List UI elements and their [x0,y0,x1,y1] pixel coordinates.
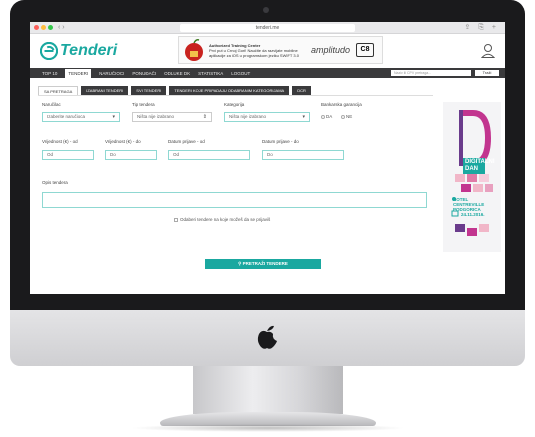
zoom-window-icon[interactable] [48,25,53,30]
moze-prijava-checkbox[interactable]: Odaberi tendere na koje možeš da se prij… [174,217,270,222]
site-header: Tenderi Authorized Training Center Prvi … [30,34,505,68]
imac: ‹ › tenderi.me ⇪ ⎘ + Tenderi Authorized … [10,0,525,437]
monitor-bezel: ‹ › tenderi.me ⇪ ⎘ + Tenderi Authorized … [10,0,525,310]
datum-do-input[interactable]: Do [262,150,344,160]
digitalni-dan-d-graphic [451,110,493,236]
bankarska-label: Bankarska garancija [321,102,362,107]
screen: ‹ › tenderi.me ⇪ ⎘ + Tenderi Authorized … [30,22,505,294]
bankarska-ne-label: NE [346,114,353,119]
close-window-icon[interactable] [34,25,39,30]
pretrazi-label: Pretraži tendere [242,261,288,266]
narucilac-value: Izaberite naručioca [47,114,86,119]
address-bar[interactable]: tenderi.me [180,24,355,32]
ad-date: 24.11.2016. [461,212,485,217]
nav-item-top10[interactable]: Top 10 [42,71,57,76]
nav-search-button[interactable]: Traži [475,70,499,76]
pretrazi-button[interactable]: ⚲ Pretraži tendere [205,259,321,269]
logo-e-icon [40,42,58,60]
banner-badge: C8 [356,43,375,57]
datum-od-label: Datum prijave - od [168,139,205,144]
nav-item-tenderi[interactable]: Tenderi [65,68,92,78]
kategorija-select[interactable]: Ništa nije izabrano ▾ [224,112,310,122]
datum-do-label: Datum prijave - do [262,139,299,144]
vrijednost-do-input[interactable]: Do [105,150,157,160]
minimize-window-icon[interactable] [41,25,46,30]
narucilac-label: Naručilac [42,102,61,107]
narucilac-select[interactable]: Izaberite naručioca ▾ [42,112,120,122]
tip-select[interactable]: Ništa nije izabrano ⇕ [132,112,212,122]
bankarska-da-label: DA [326,114,333,119]
ad-title: DIGITALNI DAN [463,158,495,174]
banner-body: Prvi put u Crnoj Gori! Naučite da razvij… [209,47,299,58]
tab-izabrani-tenderi[interactable]: Izabrani tenderi [81,86,129,95]
apple-logo-icon [257,325,277,349]
logo-text: Tenderi [60,42,118,59]
toolbar-icons[interactable]: ⇪ ⎘ + [465,23,499,32]
vrijednost-od-input[interactable]: Od [42,150,94,160]
tab-svi-tenderi[interactable]: Svi tenderi [131,86,167,95]
moze-prijava-label: Odaberi tendere na koje možeš da se prij… [180,217,271,222]
apple-fruit-icon [185,39,203,61]
banner-brand: amplitudo [311,45,351,55]
bankarska-ne-radio[interactable]: NE [341,114,352,119]
opis-label: Opis tendera [42,180,68,185]
nav-item-statistika[interactable]: Statistika [198,71,223,76]
datum-od-input[interactable]: Od [168,150,250,160]
ad-location: HOTEL CENTREVILLE PODGORICA [453,197,485,212]
tab-dcr[interactable]: DCR [292,86,311,95]
kategorija-label: Kategorija [224,102,245,107]
user-icon[interactable] [481,43,495,58]
subtabs: Sa pretraga Izabrani tenderi Svi tenderi… [38,86,433,95]
nav-item-odluke-dk[interactable]: Odluke DK [164,71,190,76]
chevron-down-icon: ▾ [302,114,305,120]
vrijednost-do-label: Vrijednost (€) - do [105,139,141,144]
stand-shadow [130,424,406,432]
main-nav: Top 10 Tenderi Naručioci Ponuđači Odluke… [30,68,505,78]
tip-label: Tip tendera [132,102,155,107]
banner-text: Authorized Training Center Prvi put u Cr… [209,43,305,58]
search-form: Naručilac Izaberite naručioca ▾ Tip tend… [38,95,433,275]
nav-item-narucioci[interactable]: Naručioci [99,71,124,76]
bankarska-da-radio[interactable]: DA [321,114,332,119]
tip-value: Ništa nije izabrano [137,114,175,119]
chevron-down-icon: ▾ [112,114,115,120]
banner-ad[interactable]: Authorized Training Center Prvi put u Cr… [178,36,383,64]
back-forward-icons[interactable]: ‹ › [58,24,65,31]
browser-toolbar: ‹ › tenderi.me ⇪ ⎘ + [30,22,505,34]
nav-item-ponudjaci[interactable]: Ponuđači [132,71,156,76]
opis-input[interactable] [42,192,427,208]
monitor-stand-neck [193,366,343,414]
updown-icon: ⇕ [202,114,207,120]
kategorija-value: Ništa nije izabrano [229,114,267,119]
nav-item-logout[interactable]: Logout [231,71,250,76]
digitalni-dan-ad[interactable]: DIGITALNI DAN HOTEL CENTREVILLE PODGORIC… [443,102,501,252]
vrijednost-od-label: Vrijednost (€) - od [42,139,78,144]
camera-dot [263,7,269,13]
nav-search-input[interactable]: Naziv ili CPV pretraga... [391,70,471,76]
tab-kategorije[interactable]: Tenderi koje pripadaju odabranim kategor… [169,86,290,95]
site-logo[interactable]: Tenderi [40,42,117,60]
tab-sa-pretraga[interactable]: Sa pretraga [38,86,79,95]
